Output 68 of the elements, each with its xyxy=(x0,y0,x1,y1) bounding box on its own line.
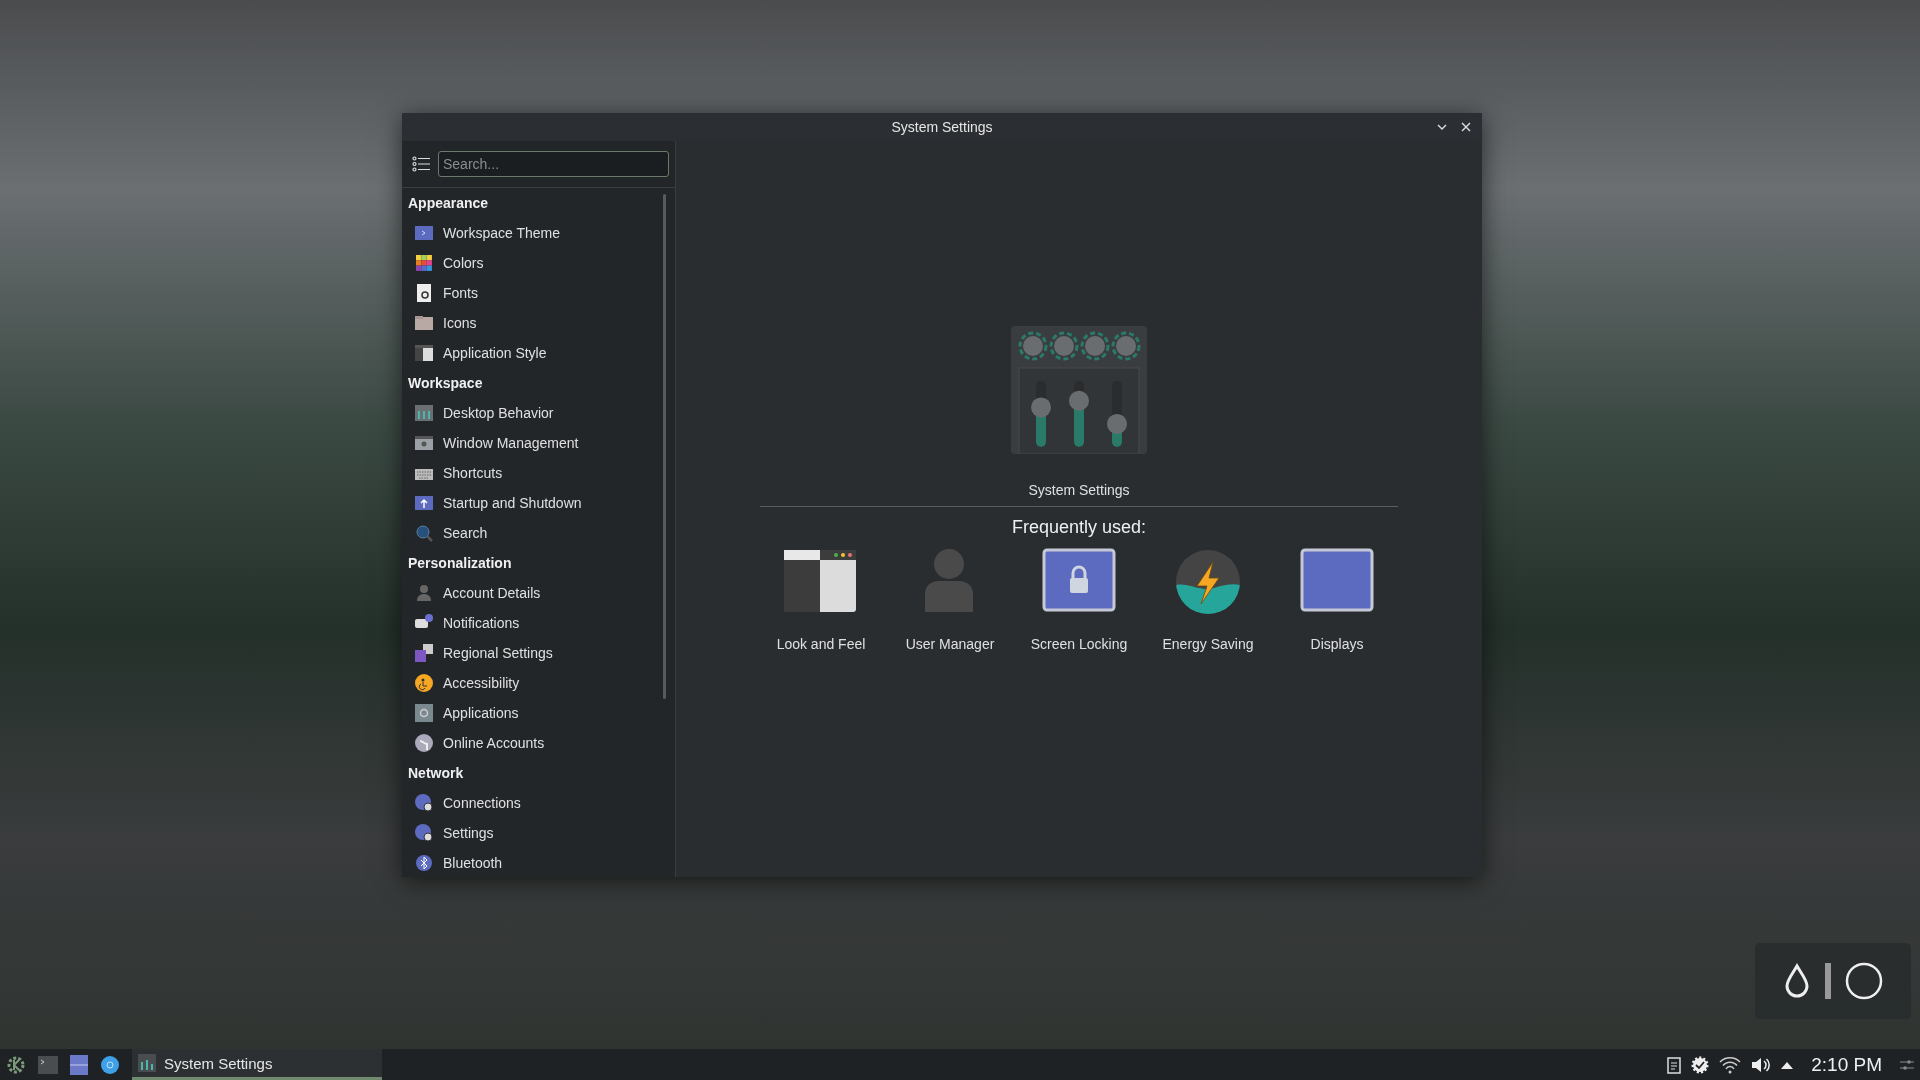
bluetooth-icon xyxy=(414,853,434,873)
sidebar-item[interactable]: Search xyxy=(408,518,659,548)
mixer-icon xyxy=(1011,326,1147,454)
section-heading: Frequently used: xyxy=(1011,517,1147,538)
shortcut-label[interactable]: Screen Locking xyxy=(1030,636,1128,652)
sidebar-item[interactable]: Account Details xyxy=(408,578,659,608)
list-view-icon[interactable] xyxy=(412,156,430,172)
sidebar-item[interactable]: Startup and Shutdown xyxy=(408,488,659,518)
person-icon xyxy=(414,583,434,603)
shortcut-label[interactable]: User Manager xyxy=(905,636,995,652)
task-button[interactable]: System Settings xyxy=(132,1049,382,1080)
sliders-icon xyxy=(414,403,434,423)
globe-gear-icon xyxy=(414,823,434,843)
clock[interactable]: 2:10 PM xyxy=(1811,1053,1882,1076)
window-icon xyxy=(414,343,434,363)
globe-gear-icon xyxy=(414,793,434,813)
globe-icon xyxy=(414,733,434,753)
speaker-icon[interactable] xyxy=(1751,1055,1772,1074)
wheelchair-icon xyxy=(414,673,434,693)
gear-k-icon[interactable] xyxy=(6,1054,26,1075)
document-icon xyxy=(414,283,434,303)
sidebar-item[interactable]: Connections xyxy=(408,788,659,818)
section-heading: Workspace xyxy=(408,374,484,393)
section-heading: Appearance xyxy=(408,194,490,213)
sidebar-item[interactable]: Regional Settings xyxy=(408,638,659,668)
sidebar-item[interactable]: Applications xyxy=(408,698,659,728)
sidebar-item[interactable]: Shortcuts xyxy=(408,458,659,488)
sidebar-item[interactable]: Fonts xyxy=(408,278,659,308)
folder-icon xyxy=(414,313,434,333)
sidebar-item[interactable]: Colors xyxy=(408,248,659,278)
section-heading: Personalization xyxy=(408,554,513,573)
shortcut-label[interactable]: Displays xyxy=(1310,636,1364,652)
sidebar-item[interactable]: Window Management xyxy=(408,428,659,458)
window-title: System Settings xyxy=(891,119,993,135)
circle-icon[interactable] xyxy=(1845,962,1883,1000)
window-icon xyxy=(414,223,434,243)
drop-icon[interactable] xyxy=(1783,963,1811,999)
sliders-icon[interactable] xyxy=(1900,1057,1914,1072)
language-icon xyxy=(414,643,434,663)
sidebar-item[interactable]: Desktop Behavior xyxy=(408,398,659,428)
sidebar-item[interactable]: Settings xyxy=(408,818,659,848)
sidebar-item[interactable]: Notifications xyxy=(408,608,659,638)
sidebar-item[interactable]: Bluetooth xyxy=(408,848,659,877)
sliders-icon xyxy=(138,1054,156,1072)
sidebar-item[interactable]: Online Accounts xyxy=(408,728,659,758)
color-grid-icon xyxy=(414,253,434,273)
search-field[interactable]: Search... xyxy=(438,151,669,177)
shortcut-label[interactable]: Energy Saving xyxy=(1162,636,1254,652)
scrollbar[interactable] xyxy=(663,194,666,699)
sidebar-item[interactable]: Accessibility xyxy=(408,668,659,698)
clipboard-icon[interactable] xyxy=(1667,1055,1682,1074)
sidebar-item[interactable]: Icons xyxy=(408,308,659,338)
section-heading: Network xyxy=(408,764,465,783)
gear-check-icon[interactable] xyxy=(1691,1055,1710,1074)
search-icon xyxy=(414,523,434,543)
shortcut-label[interactable]: Look and Feel xyxy=(776,636,866,652)
wifi-icon[interactable] xyxy=(1719,1055,1742,1074)
gear-icon xyxy=(414,703,434,723)
window-gear-icon xyxy=(414,433,434,453)
close-icon xyxy=(1460,121,1472,133)
terminal-icon[interactable] xyxy=(38,1055,58,1074)
page-title: System Settings xyxy=(1028,482,1130,498)
browser-icon[interactable] xyxy=(100,1054,120,1075)
divider-bar-icon xyxy=(1825,963,1831,999)
file-cabinet-icon[interactable] xyxy=(70,1054,88,1075)
sidebar-item[interactable]: Application Style xyxy=(408,338,659,368)
up-arrow-icon[interactable] xyxy=(1781,1060,1794,1069)
sidebar-item[interactable]: Workspace Theme xyxy=(408,218,659,248)
